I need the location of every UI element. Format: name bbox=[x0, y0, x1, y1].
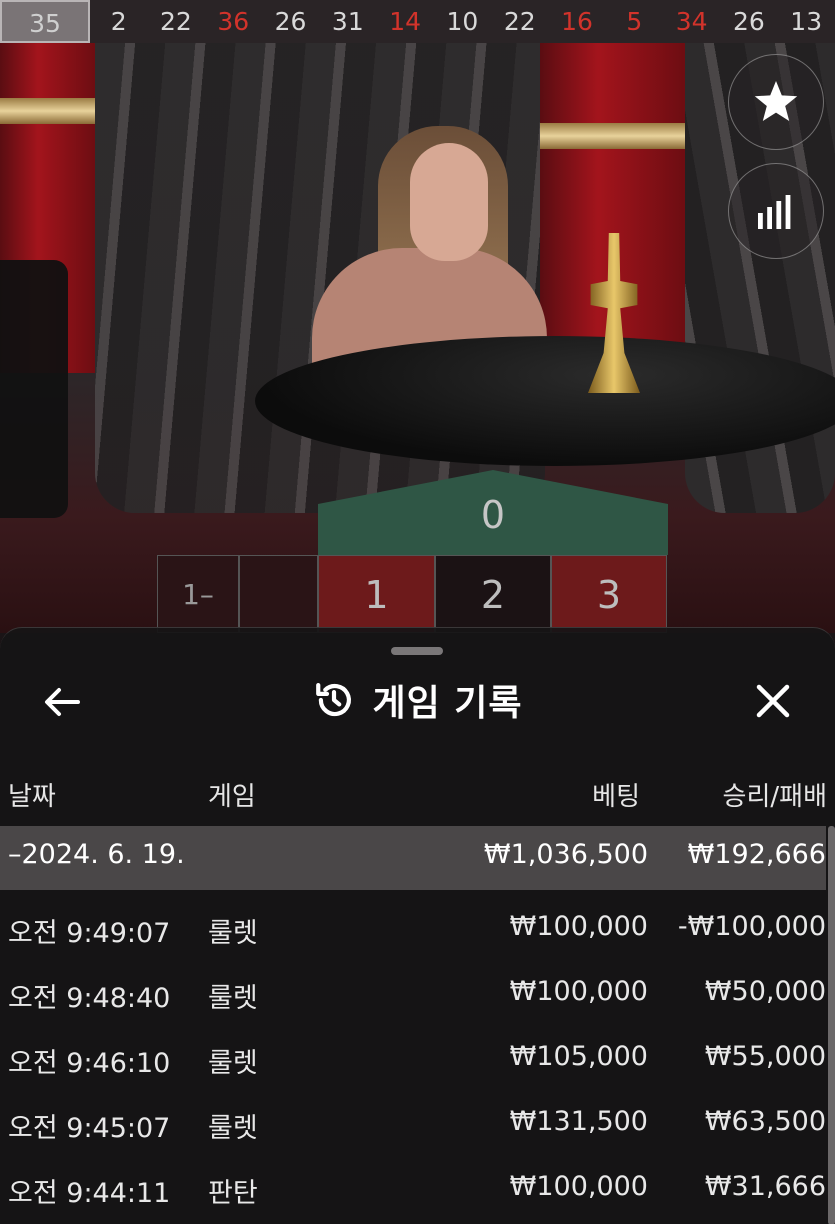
result-item: 22 bbox=[160, 7, 192, 36]
side-panel[interactable] bbox=[0, 260, 68, 518]
sheet-title: 게임 기록 bbox=[372, 683, 523, 724]
favorite-button[interactable] bbox=[728, 54, 824, 150]
row-bet: ₩131,500 bbox=[509, 1106, 648, 1137]
result-item: 36 bbox=[217, 7, 250, 36]
roulette-wheel bbox=[255, 336, 835, 466]
result-item: 5 bbox=[626, 7, 643, 36]
result-item: 10 bbox=[446, 7, 479, 36]
history-row[interactable]: 오전 9:48:40 룰렛 ₩100,000 ₩50,000 bbox=[0, 964, 826, 1024]
column-header-date: 날짜 bbox=[8, 782, 56, 812]
date-group-row[interactable]: –2024. 6. 19. ₩1,036,500 ₩192,666 bbox=[0, 826, 826, 890]
star-icon bbox=[754, 81, 798, 121]
result-item: 22 bbox=[503, 7, 536, 36]
group-result-total: ₩192,666 bbox=[687, 839, 826, 870]
row-bet: ₩100,000 bbox=[509, 976, 648, 1007]
row-time: 오전 9:44:11 bbox=[8, 1178, 171, 1209]
column-header-result: 승리/패배 bbox=[722, 782, 827, 812]
row-time: 오전 9:46:10 bbox=[8, 1048, 171, 1079]
history-row[interactable]: 오전 9:44:11 판탄 ₩100,000 ₩31,666 bbox=[0, 1159, 826, 1219]
history-icon bbox=[312, 678, 356, 722]
row-game: 룰렛 bbox=[208, 1113, 258, 1144]
row-result: ₩55,000 bbox=[704, 1041, 826, 1072]
group-date: –2024. 6. 19. bbox=[8, 839, 185, 870]
history-row[interactable]: 오전 9:46:10 룰렛 ₩105,000 ₩55,000 bbox=[0, 1029, 826, 1089]
bet-spot-1-18[interactable]: 1– bbox=[157, 555, 239, 633]
result-item: 34 bbox=[675, 7, 708, 36]
row-bet: ₩100,000 bbox=[509, 911, 648, 942]
row-game: 룰렛 bbox=[208, 1048, 258, 1079]
history-row[interactable]: 오전 9:49:07 룰렛 ₩100,000 -₩100,000 bbox=[0, 899, 826, 959]
results-history-bar: 35 2 22 36 26 31 14 10 22 16 5 34 26 13 bbox=[0, 0, 835, 43]
row-result: -₩100,000 bbox=[677, 911, 826, 942]
gold-band bbox=[0, 98, 95, 124]
row-result: ₩63,500 bbox=[704, 1106, 826, 1137]
dealer-face bbox=[410, 143, 488, 261]
result-item: 14 bbox=[389, 7, 422, 36]
row-result: ₩50,000 bbox=[704, 976, 826, 1007]
row-time: 오전 9:48:40 bbox=[8, 983, 171, 1014]
result-item: 26 bbox=[733, 7, 765, 36]
result-item: 2 bbox=[110, 7, 127, 36]
close-button[interactable] bbox=[748, 676, 798, 726]
row-bet: ₩100,000 bbox=[509, 1171, 648, 1202]
history-scrollbar[interactable] bbox=[828, 826, 835, 1224]
column-header-game: 게임 bbox=[208, 782, 256, 812]
row-game: 판탄 bbox=[208, 1178, 258, 1209]
group-bet-total: ₩1,036,500 bbox=[483, 839, 648, 870]
sheet-header: 게임 기록 bbox=[0, 672, 835, 728]
gold-band bbox=[540, 123, 685, 149]
row-bet: ₩105,000 bbox=[509, 1041, 648, 1072]
sheet-drag-handle[interactable] bbox=[391, 647, 443, 655]
row-time: 오전 9:45:07 bbox=[8, 1113, 171, 1144]
bet-spot-2[interactable]: 2 bbox=[435, 555, 551, 633]
result-item: 16 bbox=[561, 7, 593, 36]
history-row[interactable]: 오전 9:45:07 룰렛 ₩131,500 ₩63,500 bbox=[0, 1094, 826, 1154]
bet-spot-3[interactable]: 3 bbox=[551, 555, 667, 633]
column-header-bet: 베팅 bbox=[592, 782, 640, 812]
close-icon bbox=[756, 684, 790, 718]
result-item: 26 bbox=[274, 7, 307, 36]
result-item: 13 bbox=[790, 7, 823, 36]
zero-label: 0 bbox=[480, 493, 506, 537]
row-game: 룰렛 bbox=[208, 983, 258, 1014]
bet-spot-1[interactable]: 1 bbox=[318, 555, 435, 633]
statistics-button[interactable] bbox=[728, 163, 824, 259]
result-item: 31 bbox=[331, 7, 364, 36]
row-time: 오전 9:49:07 bbox=[8, 918, 171, 949]
bar-chart-icon bbox=[758, 195, 791, 229]
game-history-sheet: 게임 기록 날짜 게임 베팅 승리/패배 –2024. 6. 19. ₩1,03… bbox=[0, 627, 835, 1224]
row-result: ₩31,666 bbox=[704, 1171, 826, 1202]
row-game: 룰렛 bbox=[208, 918, 258, 949]
current-result: 35 bbox=[0, 0, 90, 43]
bet-spot-1st-12[interactable] bbox=[239, 555, 318, 633]
